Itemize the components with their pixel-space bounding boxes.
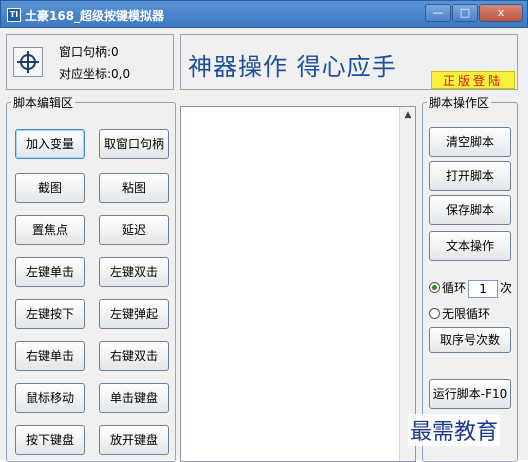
app-icon: TI	[7, 8, 21, 22]
infinite-loop-radio[interactable]	[429, 308, 440, 319]
open-script-button[interactable]: 打开脚本	[429, 161, 511, 191]
minimize-button[interactable]: —	[425, 4, 451, 22]
key-up-button[interactable]: 放开键盘	[99, 425, 169, 455]
maximize-icon: □	[459, 6, 471, 19]
main-panel: 窗口句柄:0 对应坐标:0,0 神器操作 得心应手 正版登陆 脚本编辑区 加入变…	[0, 28, 528, 462]
loop-unit-label: 次	[500, 281, 513, 295]
login-badge[interactable]: 正版登陆	[431, 71, 515, 89]
slogan-panel: 神器操作 得心应手 正版登陆	[180, 34, 518, 90]
minimize-icon: —	[432, 6, 444, 19]
clear-script-button[interactable]: 清空脚本	[429, 127, 511, 157]
watermark-text: 最需教育	[408, 414, 501, 446]
coords-label: 对应坐标:0,0	[59, 67, 131, 81]
key-down-button[interactable]: 按下键盘	[15, 425, 85, 455]
left-click-button[interactable]: 左键单击	[15, 257, 85, 287]
left-double-click-button[interactable]: 左键双击	[99, 257, 169, 287]
loop-radio-row[interactable]: 循环 1 次	[429, 279, 513, 298]
script-editor-group: 脚本编辑区 加入变量 取窗口句柄 截图 粘图 置焦点 延迟 左键单击 左键双击 …	[6, 94, 176, 462]
key-click-button[interactable]: 单击键盘	[99, 383, 169, 413]
close-icon: x	[497, 6, 505, 19]
get-window-handle-button[interactable]: 取窗口句柄	[99, 129, 169, 159]
loop-radio[interactable]	[429, 282, 440, 293]
paste-image-button[interactable]: 粘图	[99, 173, 169, 203]
sequence-count-button[interactable]: 取序号次数	[429, 327, 511, 353]
right-click-button[interactable]: 右键单击	[15, 341, 85, 371]
window-handle-label: 窗口句柄:0	[59, 45, 119, 59]
text-ops-button[interactable]: 文本操作	[429, 231, 511, 261]
script-ops-group: 脚本操作区 清空脚本 打开脚本 保存脚本 文本操作 循环 1 次 无限循环 取序号次…	[422, 94, 518, 462]
screenshot-button[interactable]: 截图	[15, 173, 85, 203]
maximize-button[interactable]: □	[452, 4, 478, 22]
delay-button[interactable]: 延迟	[99, 215, 169, 245]
vertical-scrollbar[interactable]: ▲	[399, 107, 415, 461]
run-script-button[interactable]: 运行脚本-F10	[429, 379, 511, 409]
script-textarea[interactable]: ▲	[180, 106, 416, 462]
right-double-click-button[interactable]: 右键双击	[99, 341, 169, 371]
loop-count-input[interactable]: 1	[468, 279, 499, 298]
script-ops-group-label: 脚本操作区	[427, 94, 492, 111]
window-title: 土豪168_超级按键模拟器	[25, 9, 165, 23]
set-focus-button[interactable]: 置焦点	[15, 215, 85, 245]
add-variable-button[interactable]: 加入变量	[15, 129, 85, 159]
script-editor-group-label: 脚本编辑区	[11, 94, 76, 111]
crosshair-icon[interactable]	[13, 47, 43, 77]
mouse-move-button[interactable]: 鼠标移动	[15, 383, 85, 413]
left-press-button[interactable]: 左键按下	[15, 299, 85, 329]
close-button[interactable]: x	[479, 4, 523, 22]
save-script-button[interactable]: 保存脚本	[429, 195, 511, 225]
scroll-up-icon[interactable]: ▲	[401, 108, 415, 122]
title-bar: TI 土豪168_超级按键模拟器 — □ x	[0, 0, 528, 28]
infinite-loop-radio-row[interactable]: 无限循环	[429, 305, 490, 323]
loop-label: 循环	[442, 281, 467, 295]
slogan-text: 神器操作 得心应手	[188, 53, 397, 81]
left-release-button[interactable]: 左键弹起	[99, 299, 169, 329]
handle-info-panel: 窗口句柄:0 对应坐标:0,0	[6, 34, 174, 90]
infinite-loop-label: 无限循环	[442, 307, 491, 321]
